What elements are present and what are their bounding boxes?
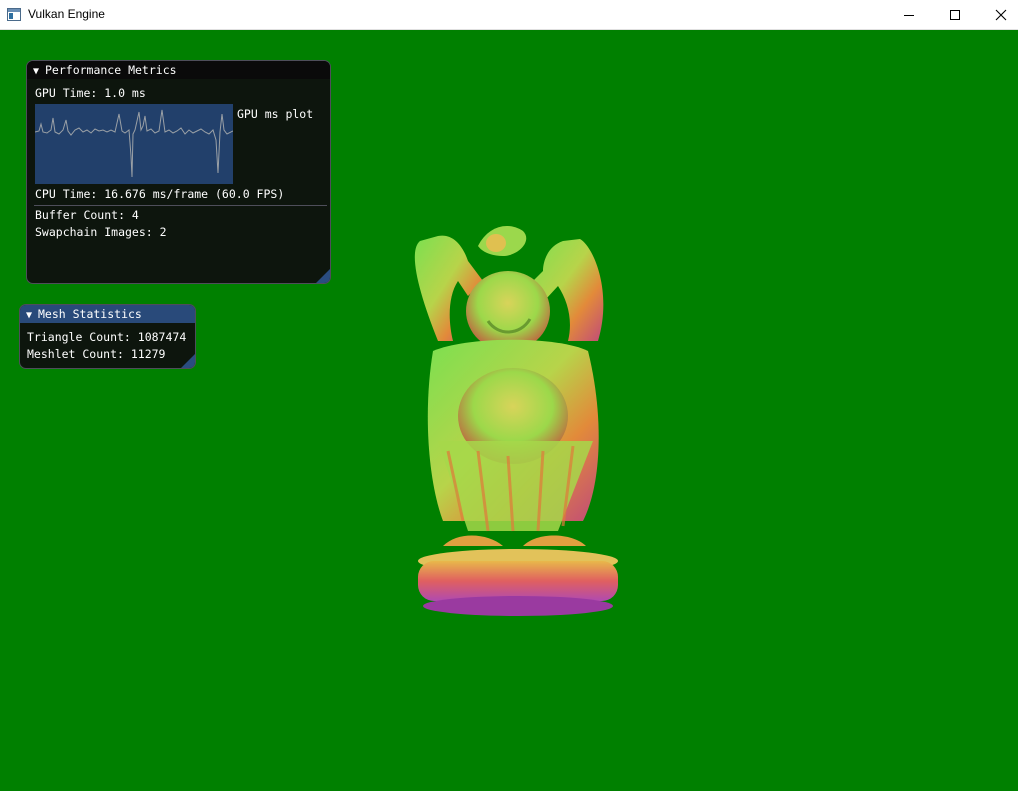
separator <box>34 205 327 206</box>
app-window-icon <box>7 8 21 21</box>
buffer-count-text: Buffer Count: 4 <box>35 208 139 222</box>
resize-grip[interactable] <box>181 354 195 368</box>
meshlet-count-text: Meshlet Count: 11279 <box>27 347 166 361</box>
mesh-statistics-titlebar[interactable]: ▼ Mesh Statistics <box>20 305 195 323</box>
gpu-plot-line <box>34 109 234 178</box>
triangle-count-text: Triangle Count: 1087474 <box>27 330 187 344</box>
buddha-statue-model <box>414 226 618 616</box>
window-title: Vulkan Engine <box>28 7 105 21</box>
maximize-icon <box>950 10 960 20</box>
mesh-statistics-window[interactable]: ▼ Mesh Statistics Triangle Count: 1087474… <box>19 304 196 369</box>
close-icon <box>995 9 1007 21</box>
collapse-arrow-icon[interactable]: ▼ <box>26 307 38 325</box>
cpu-time-text: CPU Time: 16.676 ms/frame (60.0 FPS) <box>35 187 285 201</box>
resize-grip[interactable] <box>316 269 330 283</box>
gpu-plot-label: GPU ms plot <box>237 107 314 121</box>
minimize-button[interactable] <box>886 0 932 30</box>
performance-metrics-title: Performance Metrics <box>45 63 177 77</box>
gpu-time-text: GPU Time: 1.0 ms <box>35 86 146 100</box>
minimize-icon <box>904 15 914 16</box>
performance-metrics-titlebar[interactable]: ▼ Performance Metrics <box>27 61 330 79</box>
close-button[interactable] <box>978 0 1018 30</box>
mesh-statistics-title: Mesh Statistics <box>38 307 142 321</box>
collapse-arrow-icon[interactable]: ▼ <box>33 63 45 81</box>
gpu-ms-plot[interactable] <box>34 104 234 184</box>
swapchain-images-text: Swapchain Images: 2 <box>35 225 167 239</box>
maximize-button[interactable] <box>932 0 978 30</box>
window-titlebar: Vulkan Engine <box>0 0 1018 30</box>
performance-metrics-window[interactable]: ▼ Performance Metrics GPU Time: 1.0 ms GP… <box>26 60 331 284</box>
